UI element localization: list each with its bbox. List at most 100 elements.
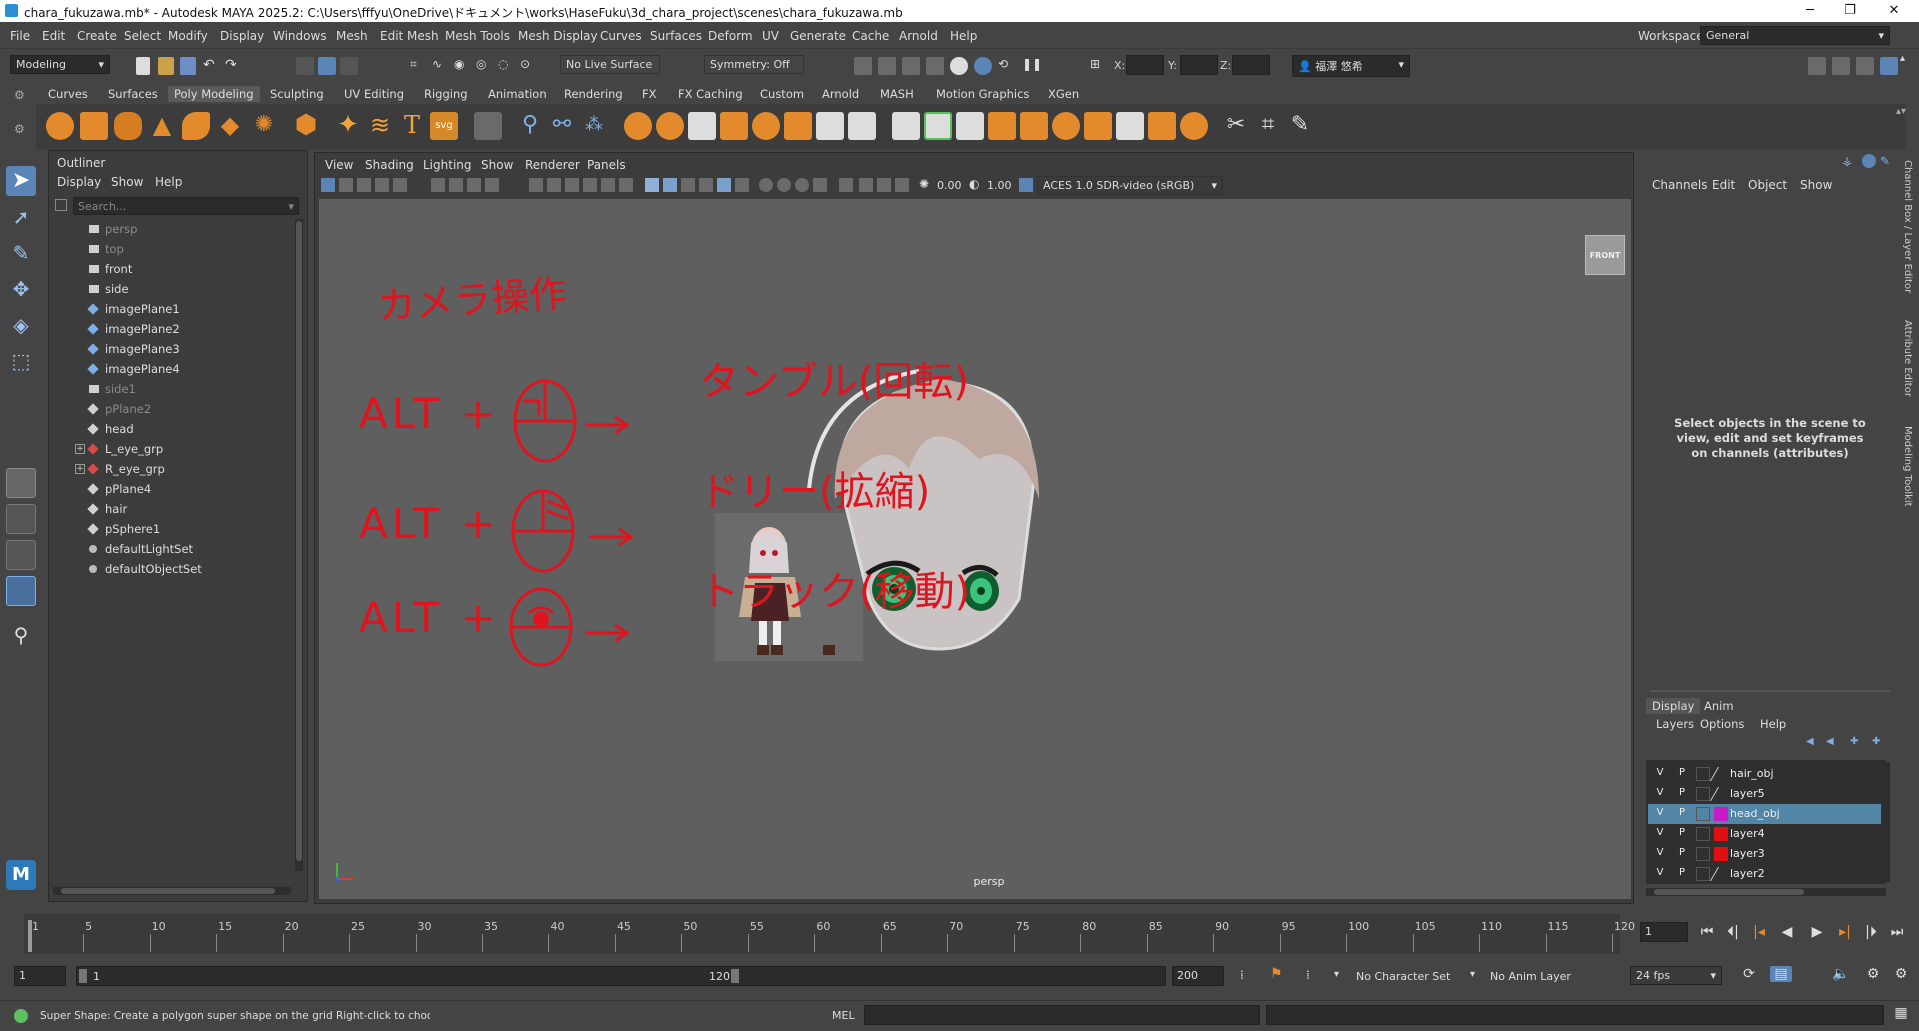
outliner-item[interactable]: + R_eye_grp — [53, 459, 293, 479]
animation-preferences-icon[interactable]: ⚙ — [1862, 966, 1884, 982]
safe-action-icon[interactable] — [565, 178, 579, 192]
arnold-render-icon[interactable] — [974, 57, 992, 75]
view-cube[interactable]: FRONT — [1585, 235, 1625, 275]
viewport-menu-lighting[interactable]: Lighting — [423, 158, 472, 172]
fill-hole-icon[interactable] — [1020, 112, 1048, 140]
shelf-tab-curves[interactable]: Curves — [42, 86, 94, 102]
paint-select-tool-icon[interactable]: ✎ — [6, 238, 36, 268]
menu-edit[interactable]: Edit — [42, 29, 65, 43]
outliner-scroll-thumb[interactable] — [296, 221, 302, 861]
expand-icon[interactable]: + — [75, 444, 85, 454]
viewport-menu-view[interactable]: View — [325, 158, 353, 172]
quad-draw-icon[interactable]: ✎ — [1286, 112, 1314, 140]
outliner-item[interactable]: head — [53, 419, 293, 439]
collapse-icon[interactable] — [1116, 112, 1144, 140]
character-set-label[interactable]: No Character Set — [1356, 970, 1450, 983]
poly-cone-icon[interactable]: ▲ — [148, 112, 176, 140]
move-tool-icon[interactable]: ✥ — [6, 274, 36, 304]
extrude-icon[interactable] — [892, 112, 920, 140]
save-scene-icon[interactable] — [180, 57, 196, 75]
vtab-modeling-toolkit[interactable]: Modeling Toolkit — [1902, 426, 1913, 507]
layer-display-type-toggle[interactable] — [1696, 827, 1710, 841]
frame-selected-icon[interactable] — [877, 178, 891, 192]
fps-dropdown[interactable]: 24 fps ▾ — [1630, 966, 1722, 985]
sweep-mesh-icon[interactable]: ≋ — [366, 112, 394, 140]
auto-key-icon[interactable]: ⚑ — [1270, 966, 1283, 982]
bridge-icon[interactable] — [924, 112, 952, 140]
snap-point-icon[interactable]: ◉ — [454, 57, 472, 75]
menu-curves[interactable]: Curves — [600, 29, 642, 43]
layer-playback-toggle[interactable]: P — [1674, 807, 1690, 821]
snap-curve-icon[interactable]: ∿ — [432, 57, 450, 75]
y-input[interactable] — [1180, 55, 1218, 75]
render-frame-icon[interactable] — [878, 57, 896, 75]
menu-cache[interactable]: Cache — [852, 29, 889, 43]
ambient-occlusion-icon[interactable] — [759, 178, 773, 192]
command-language-label[interactable]: MEL — [832, 1009, 855, 1022]
single-perspective-layout-icon[interactable] — [6, 468, 36, 498]
layer-hscroll-thumb[interactable] — [1654, 889, 1804, 895]
outliner-item[interactable]: imagePlane3 — [53, 339, 293, 359]
menu-mesh[interactable]: Mesh — [336, 29, 368, 43]
move-layer-down-icon[interactable]: ◀ — [1826, 736, 1840, 748]
edge-loop-icon[interactable]: ⌗ — [1254, 112, 1282, 140]
anim-layer-label[interactable]: No Anim Layer — [1490, 970, 1571, 983]
outliner-item[interactable]: top — [53, 239, 293, 259]
shelf-menu-icon[interactable]: ⚙ — [14, 88, 32, 106]
poly-plane-icon[interactable]: ◆ — [216, 112, 244, 140]
expand-arrow-icon[interactable]: ▴ — [1900, 53, 1918, 71]
poly-sphere-icon[interactable] — [46, 112, 74, 140]
play-backwards-icon[interactable]: ◀ — [1776, 924, 1798, 940]
menu-file[interactable]: File — [10, 29, 30, 43]
shelf-scroll-icon[interactable]: ▴▾ — [1896, 106, 1919, 134]
range-start-handle[interactable] — [79, 969, 87, 983]
reset-transform-icon[interactable]: ⁂ — [580, 112, 608, 140]
mirror-cut-icon[interactable] — [848, 112, 876, 140]
options-menu[interactable]: Options — [1700, 717, 1744, 731]
snap-view-icon[interactable]: ◎ — [476, 57, 494, 75]
transform-icon[interactable]: ⊞ — [1090, 57, 1108, 75]
new-layer-selected-icon[interactable]: ✚ — [1872, 736, 1886, 748]
snap-grid-icon[interactable]: ⌗ — [410, 57, 428, 75]
edit-menu[interactable]: Edit — [1712, 178, 1735, 192]
smooth-shade-icon[interactable] — [619, 178, 633, 192]
range-slider-bar[interactable]: 1 120 — [76, 966, 1166, 986]
layer-playback-toggle[interactable]: P — [1674, 787, 1690, 801]
close-button[interactable]: ✕ — [1872, 2, 1916, 20]
layer-color-swatch[interactable] — [1714, 847, 1728, 861]
outliner-item[interactable]: imagePlane4 — [53, 359, 293, 379]
motion-blur-icon[interactable] — [777, 178, 791, 192]
shadows-icon[interactable] — [699, 178, 713, 192]
shelf-settings-icon[interactable]: ⚙ — [14, 122, 32, 140]
arnold-ipr-icon[interactable]: ⟲ — [998, 57, 1016, 75]
menu-mesh-display[interactable]: Mesh Display — [518, 29, 598, 43]
isolate-select-icon[interactable] — [839, 178, 853, 192]
outliner-item[interactable]: hair — [53, 499, 293, 519]
outliner-menu-help[interactable]: Help — [155, 175, 182, 189]
image-plane-icon[interactable] — [375, 178, 389, 192]
outliner-menu-show[interactable]: Show — [111, 175, 143, 189]
outliner-item[interactable]: defaultLightSet — [53, 539, 293, 559]
menu-generate[interactable]: Generate — [790, 29, 846, 43]
cache-playback-icon[interactable]: ▤ — [1770, 966, 1792, 982]
pause-icon[interactable]: ❚❚ — [1022, 57, 1042, 75]
bevel-icon[interactable] — [956, 112, 984, 140]
go-to-end-icon[interactable]: ⏭ — [1886, 924, 1908, 940]
merge-icon[interactable] — [1084, 112, 1112, 140]
four-view-layout-icon[interactable] — [6, 504, 36, 534]
color-management-icon[interactable] — [1019, 178, 1033, 192]
z-input[interactable] — [1232, 55, 1270, 75]
camera-attributes-icon[interactable] — [339, 178, 353, 192]
layer-display-type-toggle[interactable] — [1696, 867, 1710, 881]
vtab-attribute-editor[interactable]: Attribute Editor — [1902, 320, 1913, 397]
current-frame-marker[interactable] — [28, 920, 32, 952]
xray-joints-icon[interactable] — [735, 178, 749, 192]
poly-cube-icon[interactable] — [80, 112, 108, 140]
layer-color-swatch[interactable] — [1709, 867, 1733, 881]
boolean-icon[interactable] — [688, 112, 716, 140]
shelf-tab-uv-editing[interactable]: UV Editing — [338, 86, 410, 102]
modeling-toolkit-icon[interactable] — [1808, 57, 1826, 75]
shelf-tab-fx[interactable]: FX — [636, 86, 663, 102]
show-menu[interactable]: Show — [1800, 178, 1832, 192]
shelf-tab-motion-graphics[interactable]: Motion Graphics — [930, 86, 1035, 102]
